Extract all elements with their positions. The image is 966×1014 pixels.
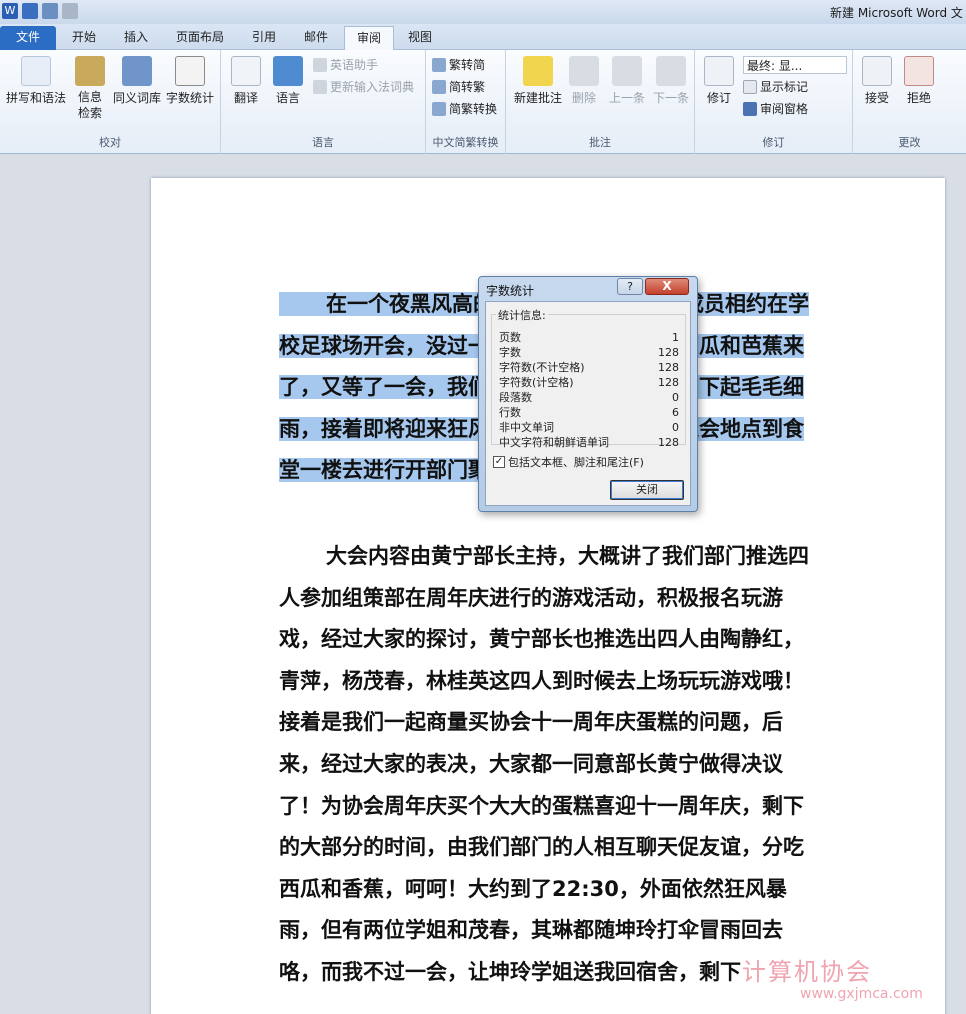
delete-comment-button[interactable]: 删除 — [566, 56, 602, 106]
title-bar: W 新建 Microsoft Word 文 — [0, 0, 966, 24]
next-comment-icon — [656, 56, 686, 86]
prev-comment-icon — [612, 56, 642, 86]
tab-insert[interactable]: 插入 — [112, 26, 160, 50]
reject-button[interactable]: 拒绝 — [901, 56, 937, 106]
convert-icon — [432, 101, 446, 116]
watermark-logo: 计算机协会 — [742, 958, 872, 986]
dialog-body: 统计信息: 页数 1 字数 128 字符数(不计空格) 128 字符数(计空格) 128… — [485, 301, 691, 506]
markup-icon — [743, 79, 757, 94]
research-button[interactable]: 信息 检索 — [72, 56, 108, 121]
word-count-dialog: 字数统计 ? X 统计信息: 页数 1 字数 128 字符数(不计空格) 128 字符… — [478, 276, 698, 512]
stat-row: 段落数 0 — [499, 391, 679, 404]
undo-icon[interactable] — [42, 3, 58, 19]
assistant-icon — [313, 57, 327, 72]
next-comment-button[interactable]: 下一条 — [650, 56, 692, 106]
redo-icon[interactable] — [62, 3, 78, 19]
group-language: 翻译 语言 英语助手 更新输入法词典 语言 — [221, 50, 426, 154]
group-tracking: 修订 最终: 显... 显示标记 审阅窗格 修订 — [695, 50, 853, 154]
tab-references[interactable]: 引用 — [240, 26, 288, 50]
stat-row: 字数 128 — [499, 346, 679, 359]
quick-access-toolbar: W — [2, 3, 78, 19]
group-label-chinese: 中文简繁转换 — [432, 136, 499, 149]
save-icon[interactable] — [22, 3, 38, 19]
prev-comment-button[interactable]: 上一条 — [606, 56, 648, 106]
translate-button[interactable]: 翻译 — [227, 56, 265, 106]
tab-review[interactable]: 审阅 — [344, 26, 395, 50]
accept-icon — [862, 56, 892, 86]
group-label-proofing: 校对 — [99, 136, 121, 149]
accept-button[interactable]: 接受 — [859, 56, 895, 106]
dialog-title: 字数统计 — [486, 284, 535, 298]
language-button[interactable]: 语言 — [269, 56, 307, 106]
new-comment-icon — [523, 56, 553, 86]
group-comments: 新建批注 删除 上一条 下一条 批注 — [506, 50, 695, 154]
review-pane-button[interactable]: 审阅窗格 — [743, 100, 808, 117]
dictionary-icon — [313, 79, 327, 94]
track-changes-icon — [704, 56, 734, 86]
tab-mailings[interactable]: 邮件 — [292, 26, 340, 50]
reject-icon — [904, 56, 934, 86]
track-changes-button[interactable]: 修订 — [701, 56, 737, 106]
paragraph-2[interactable]: 大会内容由黄宁部长主持，大概讲了我们部门推选四人参加组策部在周年庆进行的游戏活动… — [279, 536, 821, 994]
new-comment-button[interactable]: 新建批注 — [512, 56, 564, 106]
window-title: 新建 Microsoft Word 文 — [830, 6, 963, 20]
stat-row: 页数 1 — [499, 331, 679, 344]
watermark-url: www.gxjmca.com — [800, 986, 923, 1002]
word-app-icon[interactable]: W — [2, 3, 18, 19]
stat-row: 字符数(不计空格) 128 — [499, 361, 679, 374]
help-button[interactable]: ? — [617, 278, 643, 295]
globe-icon — [273, 56, 303, 86]
stat-row: 字符数(计空格) 128 — [499, 376, 679, 389]
stat-row: 非中文单词 0 — [499, 421, 679, 434]
spelling-button[interactable]: 拼写和语法 — [4, 56, 68, 106]
review-pane-icon — [743, 101, 757, 116]
group-label-comments: 批注 — [589, 136, 611, 149]
include-footnotes-checkbox[interactable]: ✓ 包括文本框、脚注和尾注(F) — [493, 454, 644, 470]
stat-row: 中文字符和朝鲜语单词 128 — [499, 436, 679, 449]
stat-row: 行数 6 — [499, 406, 679, 419]
checkmark-icon[interactable]: ✓ — [493, 456, 505, 468]
show-markup-button[interactable]: 显示标记 — [743, 78, 808, 95]
tab-file[interactable]: 文件 — [0, 26, 56, 50]
simp-to-trad-button[interactable]: 简转繁 — [432, 78, 485, 95]
thesaurus-button[interactable]: 同义词库 — [112, 56, 162, 106]
final-display-select[interactable]: 最终: 显... — [743, 56, 847, 74]
word-count-button[interactable]: 字数统计 — [164, 56, 216, 106]
stats-heading: 统计信息: — [496, 307, 548, 323]
english-assistant-button[interactable]: 英语助手 — [313, 56, 378, 73]
thesaurus-icon — [122, 56, 152, 86]
update-ime-button[interactable]: 更新输入法词典 — [313, 78, 414, 95]
trad-simp-icon — [432, 57, 446, 72]
tab-view[interactable]: 视图 — [396, 26, 444, 50]
group-changes: 接受 拒绝 更改 — [853, 50, 966, 154]
ribbon: 拼写和语法 信息 检索 同义词库 字数统计 校对 翻译 语言 英语助手 更新输入… — [0, 50, 966, 154]
abc-123-icon — [175, 56, 205, 86]
group-proofing: 拼写和语法 信息 检索 同义词库 字数统计 校对 — [0, 50, 221, 154]
group-label-language: 语言 — [312, 136, 334, 149]
close-button[interactable]: 关闭 — [610, 480, 684, 500]
trad-to-simp-button[interactable]: 繁转简 — [432, 56, 485, 73]
research-icon — [75, 56, 105, 86]
tab-home[interactable]: 开始 — [60, 26, 108, 50]
spelling-icon — [21, 56, 51, 86]
close-icon[interactable]: X — [645, 278, 689, 295]
convert-button[interactable]: 简繁转换 — [432, 100, 497, 117]
group-label-changes: 更改 — [898, 136, 921, 149]
group-chinese-conversion: 繁转简 简转繁 简繁转换 中文简繁转换 — [426, 50, 506, 154]
group-label-tracking: 修订 — [762, 136, 785, 149]
translate-icon — [231, 56, 261, 86]
delete-comment-icon — [569, 56, 599, 86]
simp-trad-icon — [432, 79, 446, 94]
tab-page-layout[interactable]: 页面布局 — [164, 26, 236, 50]
ribbon-tabs: 文件 开始 插入 页面布局 引用 邮件 审阅 视图 — [0, 24, 966, 50]
